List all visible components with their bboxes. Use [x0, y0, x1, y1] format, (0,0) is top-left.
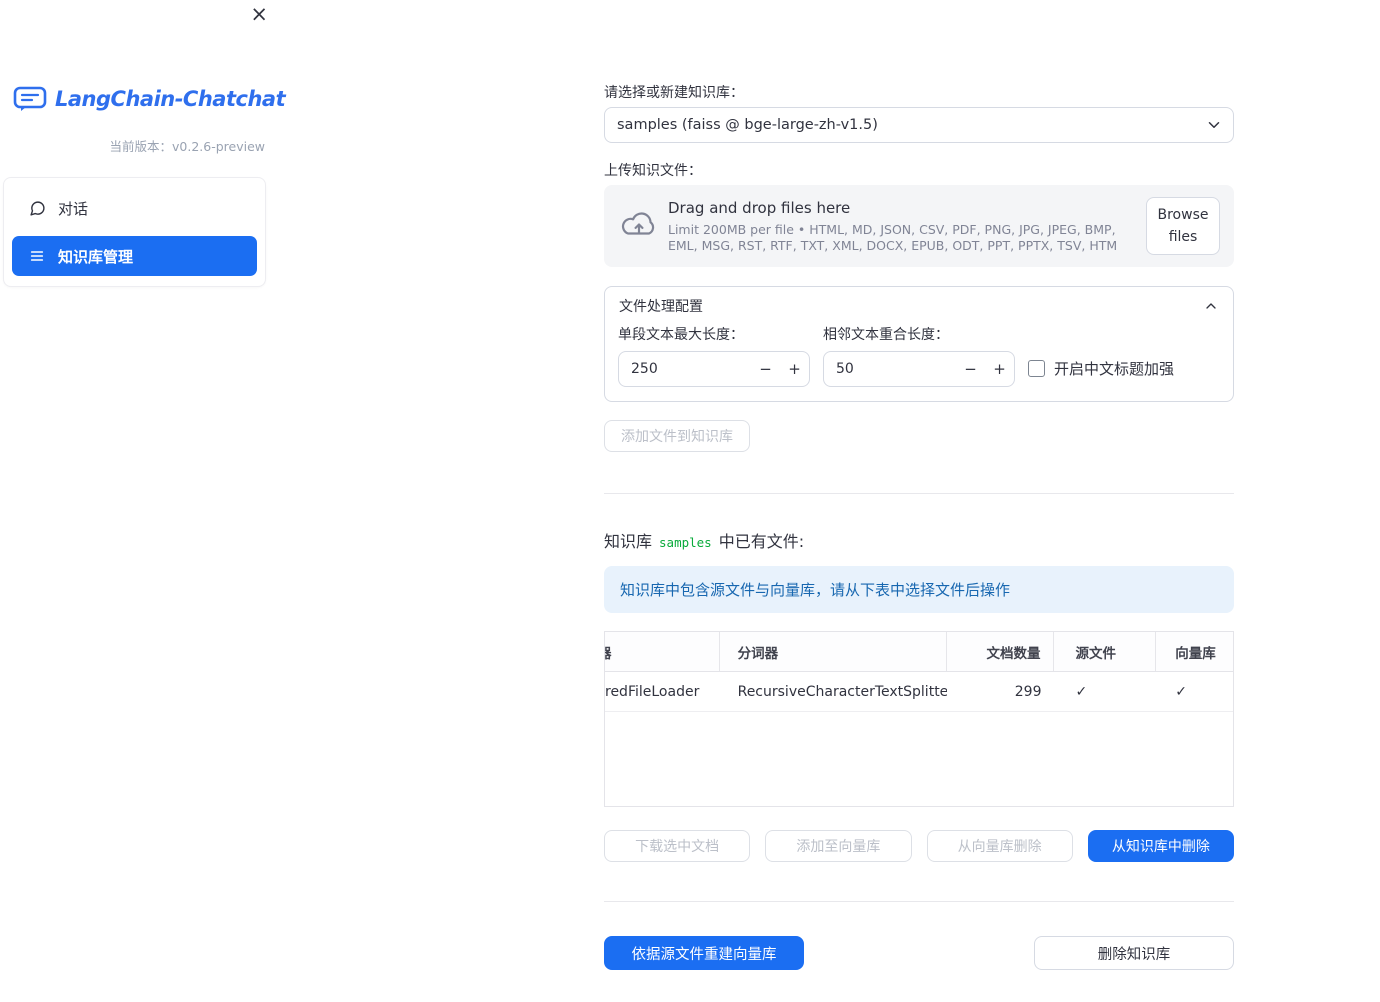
- chunk-size-field: 单段文本最大长度： 250 − +: [618, 325, 810, 387]
- overlap-size-value: 50: [836, 361, 854, 377]
- files-table-header: 器 分词器 文档数量 源文件 向量库: [605, 632, 1233, 672]
- app-logo: LangChain-Chatchat: [13, 86, 286, 112]
- table-row[interactable]: redFileLoader RecursiveCharacterTextSpli…: [605, 672, 1233, 712]
- chunk-size-label: 单段文本最大长度：: [618, 327, 744, 343]
- existing-files-heading: 知识库 samples 中已有文件:: [604, 528, 1234, 552]
- column-header-source-file: 源文件: [1054, 632, 1157, 671]
- cell-splitter[interactable]: RecursiveCharacterTextSplitter: [720, 672, 947, 711]
- chunk-size-stepper[interactable]: 250 − +: [618, 351, 810, 387]
- nav-item-label: 知识库管理: [58, 247, 134, 266]
- upload-files-label: 上传知识文件：: [604, 163, 702, 179]
- app-title: LangChain-Chatchat: [55, 87, 286, 111]
- uploader-text: Drag and drop files here Limit 200MB per…: [664, 199, 1146, 254]
- knowledge-base-page: 请选择或新建知识库： samples (faiss @ bge-large-zh…: [604, 0, 1234, 970]
- nav-menu: 对话 知识库管理: [3, 177, 266, 287]
- existing-files-prefix: 知识库: [604, 532, 653, 551]
- file-actions-row: 下载选中文档 添加至向量库 从向量库删除 从知识库中删除: [604, 830, 1234, 862]
- file-uploader-dropzone[interactable]: Drag and drop files here Limit 200MB per…: [604, 185, 1234, 267]
- rebuild-vector-store-button[interactable]: 依据源文件重建向量库: [604, 936, 804, 970]
- divider: [604, 901, 1234, 902]
- chunk-size-increment-button[interactable]: +: [780, 352, 809, 386]
- column-header-vector-store: 向量库: [1175, 645, 1216, 662]
- file-config-expander-header[interactable]: 文件处理配置: [605, 287, 1233, 325]
- existing-files-suffix: 中已有文件:: [718, 532, 805, 551]
- overlap-increment-button[interactable]: +: [985, 352, 1014, 386]
- kb-name-code: samples: [659, 535, 712, 550]
- nav-item-knowledge-base[interactable]: 知识库管理: [12, 236, 257, 276]
- chunk-size-value: 250: [631, 361, 658, 377]
- sidebar: × LangChain-Chatchat 当前版本：v0.2.6-preview…: [0, 0, 286, 1002]
- download-selected-button[interactable]: 下载选中文档: [604, 830, 751, 862]
- delete-knowledge-base-button[interactable]: 删除知识库: [1034, 936, 1234, 970]
- cell-source-file-check[interactable]: ✓: [1054, 672, 1157, 711]
- uploader-title: Drag and drop files here: [668, 198, 851, 217]
- nav-item-label: 对话: [58, 199, 89, 218]
- kb-management-row: 依据源文件重建向量库 删除知识库: [604, 936, 1234, 970]
- file-config-body: 单段文本最大长度： 250 − + 相邻文本重合长度： 50 − + 开启中文标…: [605, 325, 1233, 401]
- cell-loader[interactable]: redFileLoader: [605, 672, 720, 711]
- info-banner-text: 知识库中包含源文件与向量库，请从下表中选择文件后操作: [620, 581, 1011, 599]
- zh-title-enhance-label: 开启中文标题加强: [1054, 359, 1175, 378]
- cell-doc-count[interactable]: 299: [947, 672, 1054, 711]
- column-header-loader: 器: [605, 632, 720, 671]
- kb-select[interactable]: samples (faiss @ bge-large-zh-v1.5): [604, 107, 1234, 143]
- add-to-vector-store-button[interactable]: 添加至向量库: [765, 830, 912, 862]
- uploader-limit-text: Limit 200MB per file • HTML, MD, JSON, C…: [668, 221, 1118, 253]
- delete-from-vector-store-button[interactable]: 从向量库删除: [926, 830, 1073, 862]
- column-header-doc-count: 文档数量: [947, 632, 1054, 671]
- version-label: 当前版本：v0.2.6-preview: [109, 139, 266, 154]
- chevron-down-icon: [1205, 116, 1223, 134]
- chat-bubble-icon: [28, 199, 46, 217]
- chevron-up-icon: [1203, 298, 1219, 314]
- browse-files-button[interactable]: Browse files: [1146, 196, 1220, 256]
- column-header-splitter: 分词器: [720, 632, 947, 671]
- overlap-size-field: 相邻文本重合长度： 50 − +: [823, 325, 1015, 387]
- zh-title-enhance-field: 开启中文标题加强: [1028, 349, 1220, 387]
- add-files-to-kb-button[interactable]: 添加文件到知识库: [604, 420, 750, 452]
- zh-title-enhance-checkbox[interactable]: [1028, 359, 1045, 377]
- list-icon: [28, 247, 46, 265]
- kb-select-label: 请选择或新建知识库：: [604, 85, 744, 101]
- delete-from-kb-button[interactable]: 从知识库中删除: [1087, 830, 1234, 862]
- overlap-size-stepper[interactable]: 50 − +: [823, 351, 1015, 387]
- close-sidebar-icon[interactable]: ×: [250, 4, 268, 25]
- overlap-size-label: 相邻文本重合长度：: [823, 327, 949, 343]
- file-config-title: 文件处理配置: [619, 299, 703, 315]
- chunk-size-decrement-button[interactable]: −: [751, 352, 780, 386]
- cell-vector-store-check[interactable]: ✓: [1156, 672, 1233, 711]
- info-banner: 知识库中包含源文件与向量库，请从下表中选择文件后操作: [604, 566, 1234, 613]
- files-table[interactable]: 器 分词器 文档数量 源文件 向量库 redFileLoader Recursi…: [604, 631, 1234, 807]
- logo-chat-icon: [13, 86, 47, 112]
- overlap-decrement-button[interactable]: −: [956, 352, 985, 386]
- cloud-upload-icon: [620, 210, 664, 242]
- divider: [604, 493, 1234, 494]
- nav-item-dialogue[interactable]: 对话: [12, 188, 257, 228]
- file-config-expander: 文件处理配置 单段文本最大长度： 250 − + 相邻文本重合长度： 50 − …: [604, 286, 1234, 402]
- kb-select-value: samples (faiss @ bge-large-zh-v1.5): [617, 117, 878, 133]
